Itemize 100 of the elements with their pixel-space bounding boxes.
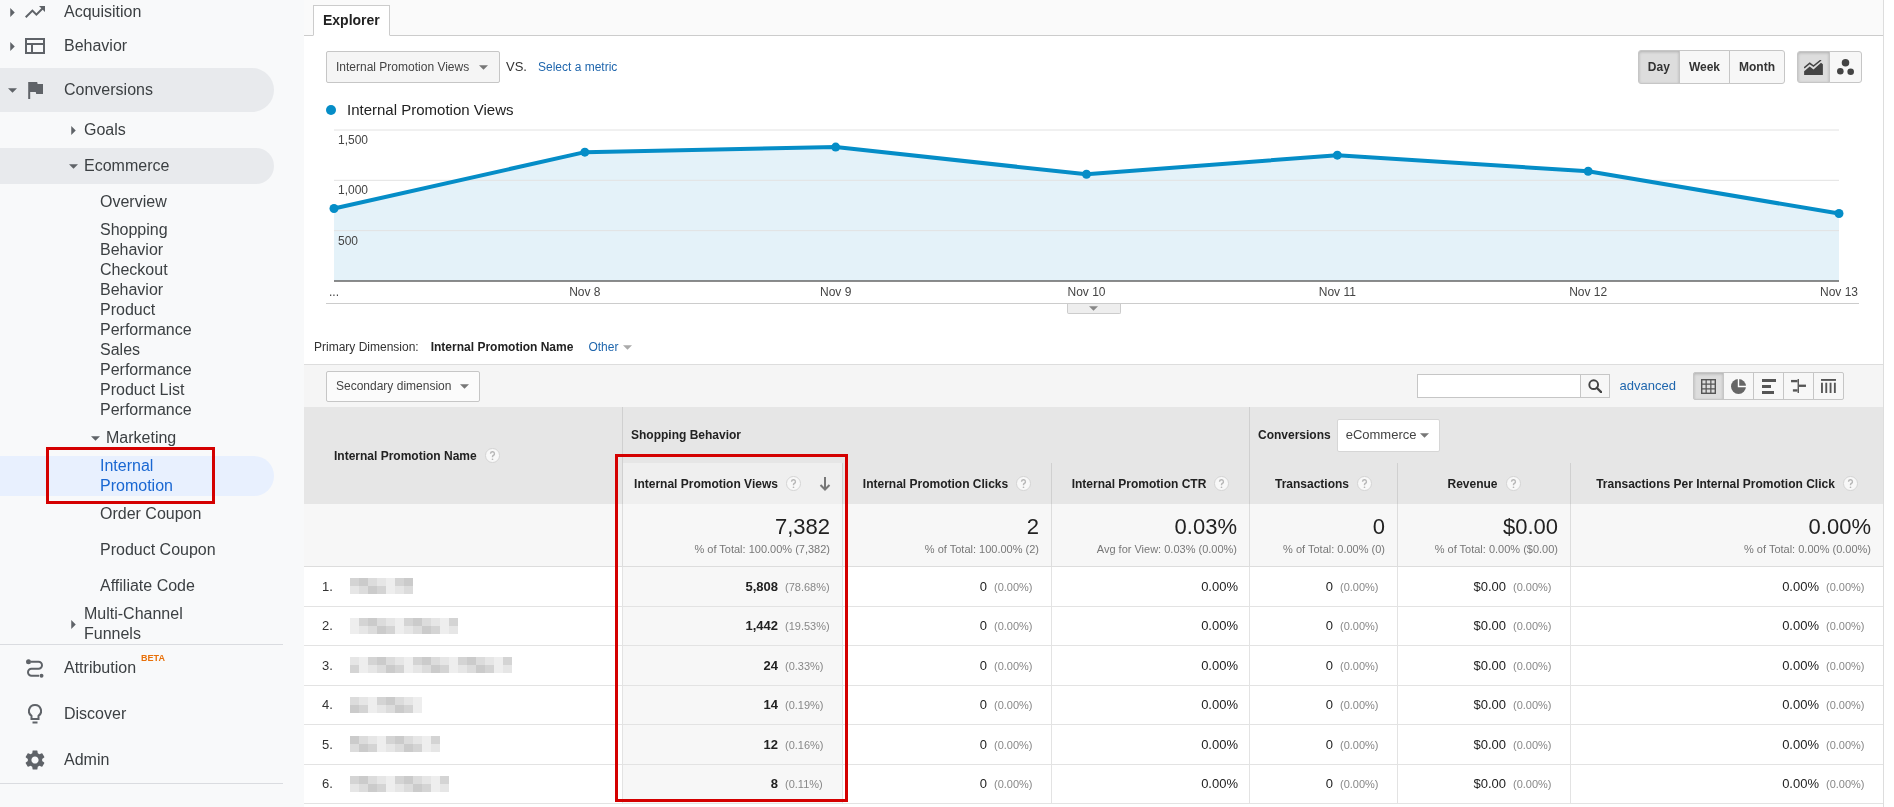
nav-item[interactable]: Conversions	[0, 68, 274, 112]
y-tick-label: 500	[338, 233, 359, 248]
x-tick-label: Nov 8	[569, 285, 601, 299]
help-icon[interactable]	[1214, 476, 1230, 491]
cell-share: (0.00%)	[994, 777, 1034, 792]
nav-item[interactable]: Acquisition	[0, 0, 274, 24]
cell-share: (78.68%)	[785, 579, 831, 595]
total-value: 0.00%	[1808, 514, 1871, 539]
search-icon	[1587, 379, 1602, 393]
nav-item[interactable]: Behavior	[0, 24, 274, 68]
help-icon[interactable]	[1505, 476, 1521, 491]
cell-value: 0	[1325, 617, 1333, 635]
nav-item[interactable]: Internal Promotion	[0, 456, 274, 496]
x-tick-label: ...	[329, 285, 339, 299]
cell-share: (0.00%)	[1826, 579, 1866, 595]
search-field[interactable]	[1416, 374, 1581, 398]
nav-item[interactable]: Sales Performance	[0, 340, 274, 380]
view-button[interactable]	[1813, 372, 1844, 400]
select-metric-link[interactable]: Select a metric	[537, 58, 618, 76]
cell-share: (0.00%)	[1340, 698, 1380, 713]
nav-item[interactable]: Product List Performance	[0, 380, 274, 420]
column-header[interactable]: Revenue	[1398, 463, 1571, 504]
total-value: 2	[1026, 514, 1039, 539]
search-button[interactable]	[1579, 374, 1610, 398]
cell-share: (0.00%)	[994, 658, 1034, 674]
horizontal-bars-icon	[1761, 378, 1776, 394]
chart-type-button[interactable]	[1797, 51, 1830, 83]
help-icon[interactable]	[1016, 476, 1032, 491]
explorer-tab[interactable]: Explorer	[313, 5, 390, 36]
data-point	[831, 142, 841, 152]
help-icon[interactable]	[785, 476, 801, 491]
caret-down-icon	[623, 344, 633, 350]
cell-value: $0.00	[1473, 735, 1506, 754]
cell-value: 24	[763, 656, 778, 675]
view-button[interactable]	[1783, 372, 1814, 400]
nav-item[interactable]: Product Performance	[0, 300, 274, 340]
cell-share: (0.00%)	[1826, 698, 1866, 713]
cell-value: 8	[770, 775, 778, 793]
nav-item[interactable]: Discover	[0, 691, 274, 737]
period-button[interactable]: Day	[1637, 50, 1680, 84]
cell-share: (0.33%)	[785, 658, 825, 674]
column-header[interactable]: Internal Promotion Views	[623, 463, 843, 504]
cell-share: (0.00%)	[1340, 777, 1380, 792]
view-button[interactable]	[1693, 372, 1724, 400]
cell-value: 0	[979, 696, 987, 714]
nav-item[interactable]: Checkout Behavior	[0, 260, 274, 300]
row-number: 4.	[322, 696, 334, 714]
column-header[interactable]: Transactions Per Internal Promotion Click	[1571, 463, 1883, 504]
help-icon[interactable]	[1357, 476, 1372, 491]
y-tick-label: 1,500	[338, 133, 369, 147]
column-header[interactable]: Transactions	[1250, 463, 1398, 504]
chart-type-button[interactable]	[1829, 51, 1862, 83]
advanced-link[interactable]: advanced	[1619, 376, 1676, 396]
cell-value: 12	[763, 735, 778, 754]
help-icon[interactable]	[484, 448, 500, 463]
bubble-chart-icon	[1837, 59, 1854, 75]
y-tick-label: 1,000	[338, 183, 369, 198]
cell-share: (0.00%)	[1826, 619, 1866, 634]
nav-item[interactable]: Product Coupon	[0, 532, 274, 568]
nav-item[interactable]: Attribution BETA	[0, 645, 274, 691]
nav-item[interactable]: Shopping Behavior	[0, 220, 274, 260]
column-header[interactable]: Internal Promotion Name	[304, 407, 623, 504]
column-header[interactable]: Internal Promotion Clicks	[843, 463, 1052, 504]
row-number: 5.	[322, 735, 334, 754]
period-button[interactable]: Week	[1678, 50, 1730, 84]
nav-item[interactable]: Multi-Channel Funnels	[0, 604, 274, 644]
collapse-chart-tab[interactable]	[1066, 304, 1121, 314]
cell-value: 0	[979, 735, 987, 754]
cell-value: 0	[1325, 656, 1333, 675]
cell-share: (0.00%)	[1826, 737, 1866, 753]
nav-item[interactable]: Marketing	[0, 420, 274, 456]
data-point	[580, 147, 590, 157]
view-button[interactable]	[1753, 372, 1784, 400]
caret-down-icon	[1419, 432, 1429, 438]
nav-item[interactable]: Admin	[0, 737, 274, 783]
help-icon[interactable]	[1842, 476, 1858, 491]
nav-item[interactable]: Order Coupon	[0, 496, 274, 532]
window-icon	[25, 38, 45, 54]
other-dimension-dropdown[interactable]: Other	[588, 338, 633, 356]
nav-item[interactable]: Ecommerce	[0, 148, 274, 184]
secondary-dimension-dropdown[interactable]: Secondary dimension	[326, 370, 480, 402]
cell-value: 0.00%	[1782, 617, 1819, 635]
cell-share: (0.00%)	[1826, 658, 1866, 674]
nav-item[interactable]: Affiliate Code	[0, 568, 274, 604]
metric-dropdown[interactable]: Internal Promotion Views	[326, 51, 500, 83]
dimension-label: Primary Dimension:	[314, 339, 419, 356]
nav-item[interactable]: Goals	[0, 112, 274, 148]
column-group-header: Shopping Behavior	[623, 407, 1250, 463]
nav-item[interactable]: Overview	[0, 184, 274, 220]
lightbulb-icon	[28, 704, 42, 724]
column-header[interactable]: Internal Promotion CTR	[1052, 463, 1250, 504]
cell-share: (0.00%)	[994, 619, 1034, 634]
group-select[interactable]: eCommerce	[1336, 418, 1440, 452]
cell-share: (0.16%)	[785, 737, 825, 753]
gear-icon	[25, 750, 45, 770]
cell-share: (0.00%)	[1513, 658, 1553, 674]
cell-share: (0.00%)	[994, 698, 1034, 713]
diverging-bars-icon	[1791, 379, 1806, 393]
period-button[interactable]: Month	[1729, 50, 1785, 84]
view-button[interactable]	[1723, 372, 1754, 400]
